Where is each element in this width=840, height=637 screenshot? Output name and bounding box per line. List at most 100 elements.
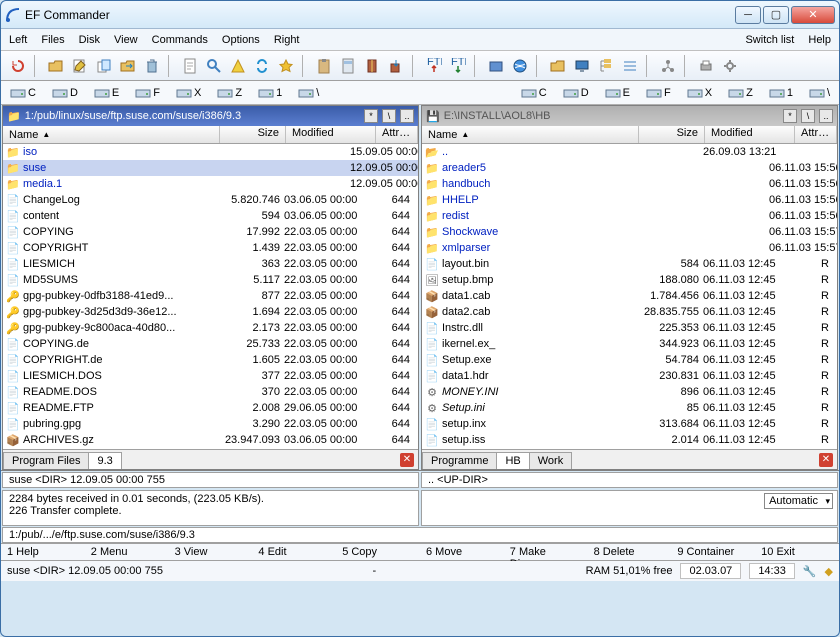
file-row[interactable]: ⚙Setup.ini8506.11.03 12:45R [422, 400, 837, 416]
minimize-button[interactable]: ─ [735, 6, 761, 24]
print-icon[interactable] [695, 55, 717, 77]
fkey-8[interactable]: 8 Delete [588, 544, 672, 560]
up-button[interactable]: .. [400, 109, 414, 123]
menu-right[interactable]: Right [274, 34, 300, 46]
menu-disk[interactable]: Disk [79, 34, 100, 46]
left-path[interactable]: 1:/pub/linux/suse/ftp.suse.com/suse/i386… [25, 110, 360, 122]
right-path[interactable]: E:\INSTALL\AOL8\HB [444, 110, 779, 122]
right-filelist[interactable]: 📂..26.09.03 13:21📁areader506.11.03 15:56… [422, 144, 837, 449]
file-row[interactable]: 📄LIESMICH.DOS37722.03.05 00:00644 [3, 368, 418, 384]
file-row[interactable]: 📄COPYRIGHT.de1.60522.03.05 00:00644 [3, 352, 418, 368]
fkey-4[interactable]: 4 Edit [252, 544, 336, 560]
file-row[interactable]: 📄COPYING.de25.73322.03.05 00:00644 [3, 336, 418, 352]
file-row[interactable]: 📄Instrc.dll225.35306.11.03 12:45R [422, 320, 837, 336]
browser-icon[interactable] [509, 55, 531, 77]
ftp-download-icon[interactable]: FTP [447, 55, 469, 77]
file-row[interactable]: 📄LIESMICH36322.03.05 00:00644 [3, 256, 418, 272]
file-row[interactable]: 🖼setup.bmp188.08006.11.03 12:45R [422, 272, 837, 288]
file-row[interactable]: 📄setup.inx313.68406.11.03 12:45R [422, 416, 837, 432]
warning-icon[interactable] [227, 55, 249, 77]
file-row[interactable]: 🔑gpg-pubkey-3d25d3d9-36e12...1.69422.03.… [3, 304, 418, 320]
file-row[interactable]: 📄README.DOS37022.03.05 00:00644 [3, 384, 418, 400]
menu-left[interactable]: Left [9, 34, 27, 46]
open-icon[interactable] [45, 55, 67, 77]
drive-C[interactable]: C [516, 85, 552, 101]
fkey-5[interactable]: 5 Copy [336, 544, 420, 560]
file-row[interactable]: 📂..26.09.03 13:21 [422, 144, 837, 160]
close-tab-icon[interactable]: ✕ [819, 453, 833, 467]
fkey-2[interactable]: 2 Menu [85, 544, 169, 560]
refresh-icon[interactable] [7, 55, 29, 77]
drive-X[interactable]: X [171, 85, 206, 101]
menu-view[interactable]: View [114, 34, 138, 46]
list-icon[interactable] [619, 55, 641, 77]
maximize-button[interactable]: ▢ [763, 6, 789, 24]
col-attrib[interactable]: Attrib... [376, 126, 418, 143]
file-row[interactable]: 📁redist06.11.03 15:56 [422, 208, 837, 224]
root-button[interactable]: \ [801, 109, 815, 123]
tab-hb[interactable]: HB [496, 452, 529, 469]
fkey-3[interactable]: 3 View [169, 544, 253, 560]
file-row[interactable]: 📁media.112.09.05 00:00755 [3, 176, 418, 192]
history-button[interactable]: * [783, 109, 797, 123]
calc-icon[interactable] [337, 55, 359, 77]
fkey-7[interactable]: 7 Make Direc... [504, 544, 588, 560]
tab-93[interactable]: 9.3 [88, 452, 121, 469]
root-button[interactable]: \ [382, 109, 396, 123]
col-modified[interactable]: Modified [705, 126, 795, 143]
tab-programfiles[interactable]: Program Files [3, 452, 89, 469]
col-modified[interactable]: Modified [286, 126, 376, 143]
file-row[interactable]: 📄content59403.06.05 00:00644 [3, 208, 418, 224]
ftp-upload-icon[interactable]: FTP [423, 55, 445, 77]
drive-F[interactable]: F [641, 85, 676, 101]
col-name[interactable]: Name ▲ [3, 126, 220, 143]
file-row[interactable]: 🔑gpg-pubkey-0dfb3188-41ed9...87722.03.05… [3, 288, 418, 304]
file-row[interactable]: 📄README.FTP2.00829.06.05 00:00644 [3, 400, 418, 416]
file-row[interactable]: 📁Shockwave06.11.03 15:57 [422, 224, 837, 240]
delete-icon[interactable] [141, 55, 163, 77]
history-button[interactable]: * [364, 109, 378, 123]
favorite-icon[interactable] [275, 55, 297, 77]
menu-help[interactable]: Help [808, 34, 831, 46]
file-row[interactable]: 📄data1.hdr230.83106.11.03 12:45R [422, 368, 837, 384]
edit-icon[interactable] [69, 55, 91, 77]
close-button[interactable]: ✕ [791, 6, 835, 24]
drive-F[interactable]: F [130, 85, 165, 101]
copy-icon[interactable] [93, 55, 115, 77]
file-row[interactable]: 📄COPYRIGHT1.43922.03.05 00:00644 [3, 240, 418, 256]
drive-C[interactable]: C [5, 85, 41, 101]
file-row[interactable]: 📦INDEX.gz111.78903.06.05 00:00644 [3, 448, 418, 449]
newfolder-icon[interactable] [547, 55, 569, 77]
fkey-6[interactable]: 6 Move [420, 544, 504, 560]
tab-work[interactable]: Work [529, 452, 572, 469]
fkey-1[interactable]: 1 Help [1, 544, 85, 560]
drive-\[interactable]: \ [804, 85, 835, 101]
col-attrib[interactable]: Attrib... [795, 126, 837, 143]
menu-options[interactable]: Options [222, 34, 260, 46]
file-row[interactable]: 📄Setup.exe54.78406.11.03 12:45R [422, 352, 837, 368]
disk-icon[interactable] [485, 55, 507, 77]
file-row[interactable]: 📄ikernel.ex_344.92306.11.03 12:45R [422, 336, 837, 352]
drive-D[interactable]: D [47, 85, 83, 101]
tree-icon[interactable] [595, 55, 617, 77]
drive-X[interactable]: X [682, 85, 717, 101]
tool-icon[interactable]: 🔧 [803, 565, 817, 578]
file-row[interactable]: 📄COPYING17.99222.03.05 00:00644 [3, 224, 418, 240]
extract-icon[interactable] [385, 55, 407, 77]
drive-D[interactable]: D [558, 85, 594, 101]
close-tab-icon[interactable]: ✕ [400, 453, 414, 467]
col-size[interactable]: Size [220, 126, 286, 143]
monitor-icon[interactable] [571, 55, 593, 77]
file-row[interactable]: 📦ARCHIVES.gz23.947.09303.06.05 00:00644 [3, 432, 418, 448]
sync-icon[interactable] [251, 55, 273, 77]
col-name[interactable]: Name ▲ [422, 126, 639, 143]
search-icon[interactable] [203, 55, 225, 77]
page-icon[interactable] [179, 55, 201, 77]
col-size[interactable]: Size [639, 126, 705, 143]
up-button[interactable]: .. [819, 109, 833, 123]
drive-Z[interactable]: Z [212, 85, 247, 101]
drive-1[interactable]: 1 [253, 85, 287, 101]
file-row[interactable]: 📁handbuch06.11.03 15:56 [422, 176, 837, 192]
tab-programme[interactable]: Programme [422, 452, 497, 469]
drive-Z[interactable]: Z [723, 85, 758, 101]
